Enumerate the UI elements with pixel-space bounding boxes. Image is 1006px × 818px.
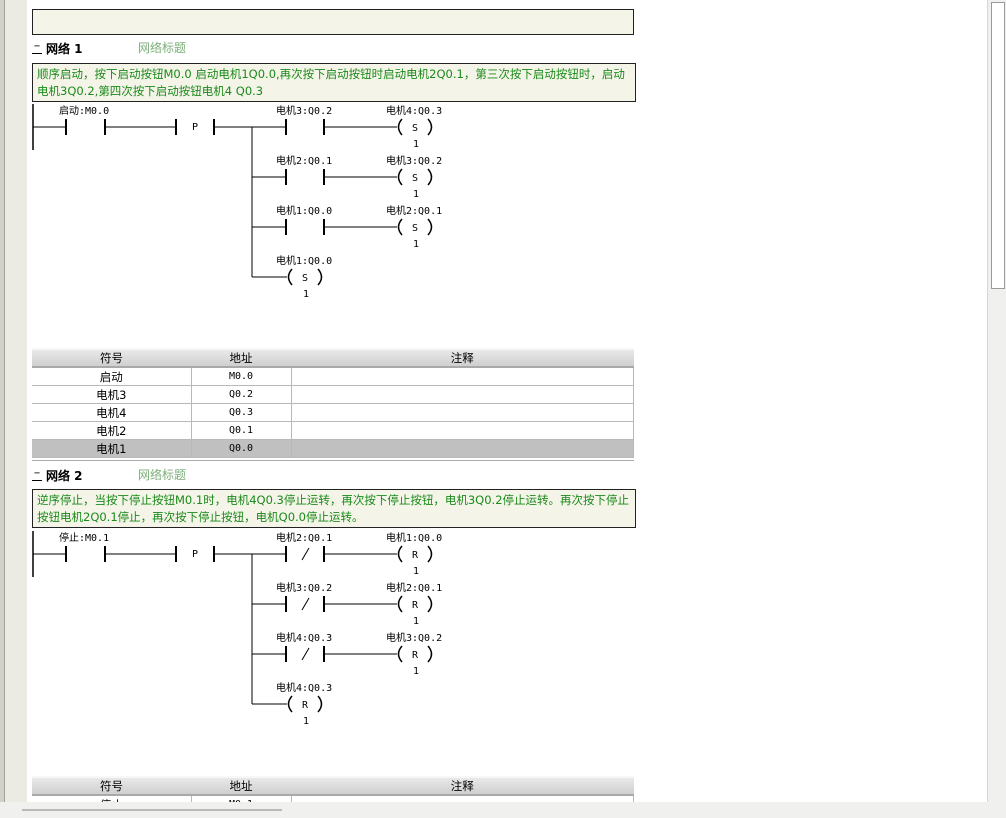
horizontal-scroll-thumb[interactable] — [22, 809, 282, 811]
input-contact-label[interactable]: 停止:M0.1 — [59, 531, 109, 544]
coil-type: R — [412, 650, 419, 661]
coil-label[interactable]: 电机3:Q0.2 — [386, 631, 442, 644]
horizontal-scrollbar[interactable] — [0, 802, 1006, 818]
col-header-comment: 注释 — [291, 776, 634, 796]
coil-count: 1 — [413, 616, 419, 627]
coil-count: 1 — [413, 566, 419, 577]
coil-count: 1 — [413, 666, 419, 677]
coil-type: R — [302, 700, 309, 711]
coil-type: R — [412, 550, 419, 561]
coil-type: R — [412, 600, 419, 611]
col-header-symbol: 符号 — [32, 776, 191, 796]
coil-label[interactable]: 电机1:Q0.0 — [386, 531, 442, 544]
branch-row[interactable] — [252, 595, 433, 613]
branch-row[interactable] — [252, 645, 433, 663]
branch-contact-label[interactable]: 电机2:Q0.1 — [276, 531, 332, 544]
col-header-address: 地址 — [191, 776, 291, 796]
branch-contact-label[interactable]: 电机3:Q0.2 — [276, 581, 332, 594]
branch-row[interactable] — [252, 695, 323, 713]
network-2-ladder: 停止:M0.1 P 电机2:Q0.1 电机1:Q0.0 R 1 电机3:Q0.2… — [32, 531, 442, 727]
branch-contact-label[interactable]: 电机4:Q0.3 — [276, 631, 332, 644]
pulse-label: P — [192, 549, 198, 560]
coil-label[interactable]: 电机2:Q0.1 — [386, 581, 442, 594]
coil-count: 1 — [303, 716, 309, 727]
vertical-scrollbar[interactable] — [987, 0, 1006, 802]
vertical-scroll-thumb[interactable] — [991, 2, 1005, 289]
rung-main[interactable] — [33, 546, 286, 562]
branch-row[interactable] — [285, 545, 433, 563]
coil-label[interactable]: 电机4:Q0.3 — [276, 681, 332, 694]
